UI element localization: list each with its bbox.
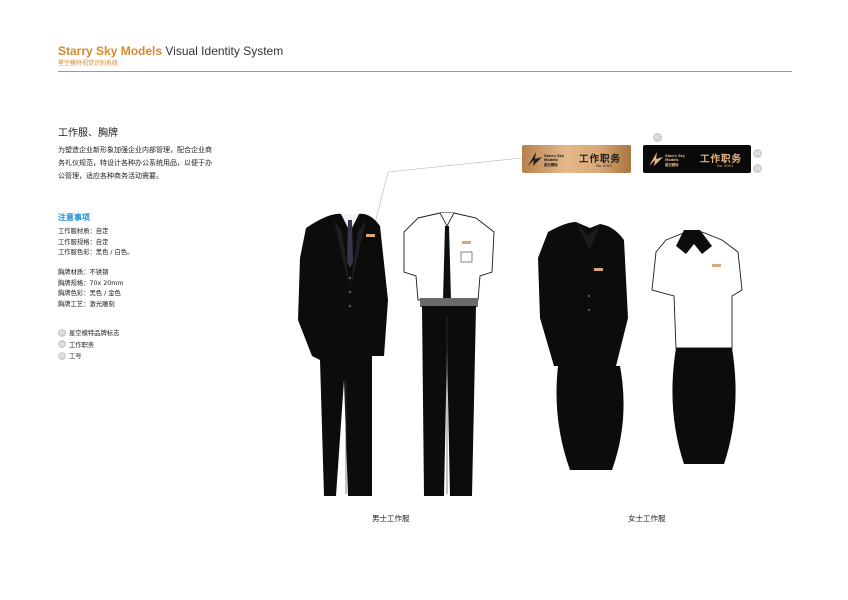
womens-shirt-illustration <box>651 230 743 464</box>
uniform-illustrations <box>298 157 743 496</box>
mens-shirt-illustration <box>403 212 495 496</box>
womens-suit-illustration <box>538 222 628 470</box>
womens-uniform-caption: 女士工作服 <box>628 514 666 523</box>
mens-suit-illustration <box>298 213 388 496</box>
mens-uniform-caption: 男士工作服 <box>372 514 410 523</box>
